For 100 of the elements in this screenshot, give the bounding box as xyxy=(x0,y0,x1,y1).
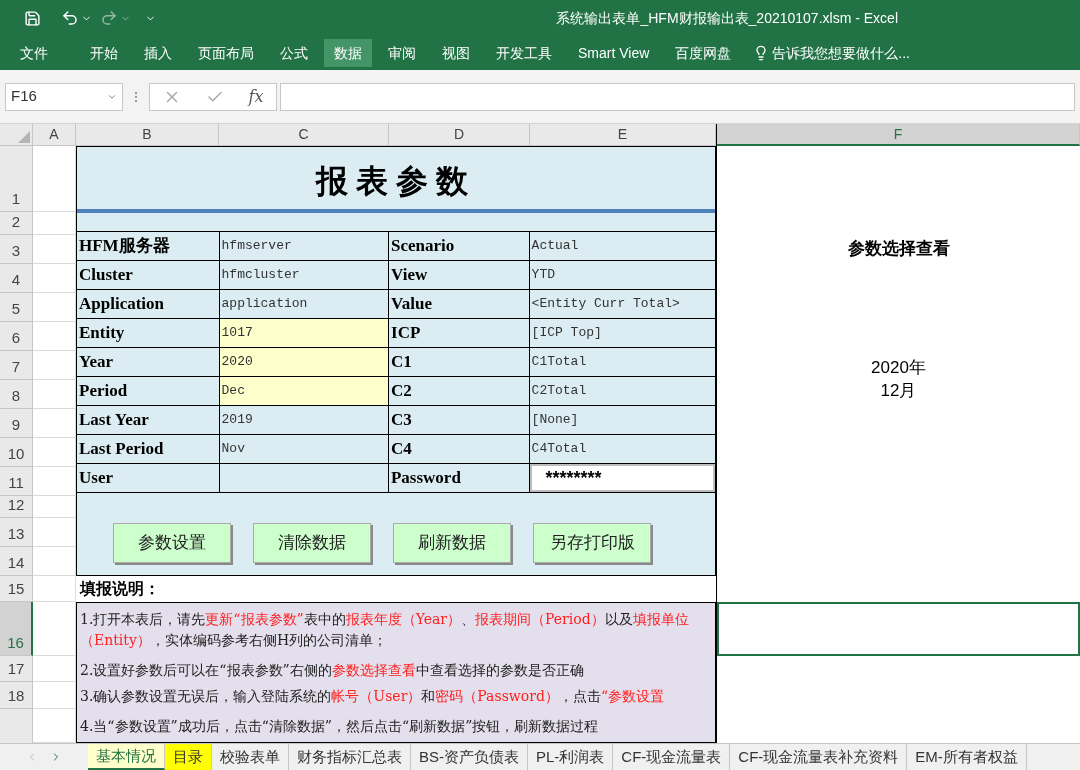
selected-cell[interactable] xyxy=(717,602,1080,656)
instruction-text: 4.当“参数设置”成功后，点击“清除数据”，然后点击“刷新数据”按钮，刷新数据过程 xyxy=(80,716,599,736)
parameter-label: HFM服务器 xyxy=(77,232,220,260)
parameter-value[interactable]: 2020 xyxy=(219,348,390,376)
action-button[interactable]: 清除数据 xyxy=(253,523,371,563)
row-header[interactable]: 13 xyxy=(0,518,33,547)
parameter-label: View xyxy=(389,261,530,289)
column-header[interactable]: E xyxy=(530,124,716,146)
row-header[interactable]: 8 xyxy=(0,380,33,409)
parameter-value[interactable]: Nov xyxy=(219,435,390,463)
parameter-label: Last Year xyxy=(77,406,220,434)
row-header[interactable]: 17 xyxy=(0,656,33,682)
action-button[interactable]: 参数设置 xyxy=(113,523,231,563)
ribbon-tab[interactable]: Smart View xyxy=(568,39,660,67)
parameter-label: Year xyxy=(77,348,220,376)
ribbon-tab[interactable]: 公式 xyxy=(270,39,318,67)
instruction-text: 2.设置好参数后可以在“报表参数”右侧的参数选择查看中查看选择的参数是否正确 xyxy=(80,660,584,680)
column-header[interactable]: C xyxy=(219,124,389,146)
sheet-tab[interactable]: PL-利润表 xyxy=(528,744,614,770)
column-header[interactable]: D xyxy=(389,124,530,146)
sheet-tab[interactable]: CF-现金流量表补充资料 xyxy=(730,744,908,770)
ribbon-tab[interactable]: 插入 xyxy=(134,39,182,67)
action-button[interactable]: 刷新数据 xyxy=(393,523,511,563)
parameter-value[interactable]: application xyxy=(219,290,390,318)
parameter-value[interactable]: [ICP Top] xyxy=(529,319,715,347)
parameter-value[interactable]: C2Total xyxy=(529,377,715,405)
parameter-value[interactable]: <Entity Curr Total> xyxy=(529,290,715,318)
parameter-label: Last Period xyxy=(77,435,220,463)
sheet-tab[interactable]: CF-现金流量表 xyxy=(613,744,731,770)
row-header[interactable]: 3 xyxy=(0,235,33,264)
insert-function-button[interactable]: fx xyxy=(248,84,264,109)
sheet-tab[interactable]: EM-所有者权益 xyxy=(907,744,1027,770)
ribbon-tab[interactable]: 视图 xyxy=(432,39,480,67)
row-header[interactable] xyxy=(0,709,33,743)
row-header[interactable]: 16 xyxy=(0,602,33,656)
parameter-label: C1 xyxy=(389,348,530,376)
instruction-text: 1.打开本表后，请先更新“报表参数”表中的报表年度（Year）、报表期间（Period）以及填报单位（Entity），实体编码参考右侧H列的公司清单； xyxy=(80,610,690,650)
row-header[interactable]: 18 xyxy=(0,682,33,709)
formula-field[interactable] xyxy=(280,82,1075,111)
row-header[interactable]: 2 xyxy=(0,212,33,235)
column-header[interactable]: B xyxy=(76,124,219,146)
action-button[interactable]: 另存打印版 xyxy=(533,523,651,563)
row-header[interactable]: 1 xyxy=(0,146,33,212)
instruction-text: 3.确认参数设置无误后，输入登陆系统的帐号（User）和密码（Password），点击“参数设置 xyxy=(80,687,665,706)
column-header[interactable]: F xyxy=(717,124,1080,146)
ribbon-tab[interactable]: 文件 xyxy=(10,39,58,67)
sheet-tab[interactable]: 目录 xyxy=(165,744,212,770)
parameter-value[interactable]: [None] xyxy=(529,406,715,434)
sheet-tab[interactable]: 基本情况 xyxy=(88,744,165,770)
parameter-label: Scenario xyxy=(389,232,530,260)
ribbon-tab[interactable]: 开发工具 xyxy=(486,39,562,67)
parameter-value[interactable]: Actual xyxy=(529,232,715,260)
parameter-label: ICP xyxy=(389,319,530,347)
column-header[interactable]: A xyxy=(33,124,76,146)
month-text: 12月 xyxy=(880,380,917,403)
parameter-label: Period xyxy=(77,377,220,405)
year-text: 2020年 xyxy=(871,357,926,380)
window-title: 系统输出表单_HFM财报输出表_20210107.xlsm - Excel xyxy=(556,8,898,28)
row-header[interactable]: 9 xyxy=(0,409,33,438)
parameter-label: C4 xyxy=(389,435,530,463)
parameter-label: Entity xyxy=(77,319,220,347)
row-header[interactable]: 7 xyxy=(0,351,33,380)
sheet-tab[interactable]: BS-资产负债表 xyxy=(411,744,528,770)
parameter-label: Application xyxy=(77,290,220,318)
row-header[interactable]: 4 xyxy=(0,264,33,293)
row-header[interactable]: 15 xyxy=(0,576,33,602)
parameter-value[interactable]: hfmserver xyxy=(219,232,390,260)
parameter-value[interactable]: 2019 xyxy=(219,406,390,434)
row-header[interactable]: 5 xyxy=(0,293,33,322)
parameter-label: C2 xyxy=(389,377,530,405)
row-header[interactable]: 12 xyxy=(0,496,33,518)
ribbon-tab[interactable]: 页面布局 xyxy=(188,39,264,67)
parameter-value[interactable]: 1017 xyxy=(219,319,390,347)
ribbon-tab[interactable]: 开始 xyxy=(80,39,128,67)
grid-cell[interactable] xyxy=(33,576,76,602)
ribbon-tab[interactable]: 百度网盘 xyxy=(665,39,742,67)
parameter-label: C3 xyxy=(389,406,530,434)
tell-me-field[interactable]: 告诉我您想要做什么... xyxy=(772,42,973,64)
parameter-label: User xyxy=(77,464,220,492)
parameter-value[interactable]: C1Total xyxy=(529,348,715,376)
row-header[interactable]: 11 xyxy=(0,467,33,496)
row-header[interactable]: 14 xyxy=(0,547,33,576)
ribbon-tab[interactable]: 审阅 xyxy=(378,39,426,67)
parameter-value[interactable]: hfmcluster xyxy=(219,261,390,289)
parameter-value[interactable]: C4Total xyxy=(529,435,715,463)
sheet-tab[interactable]: 校验表单 xyxy=(212,744,289,770)
parameter-label: Password xyxy=(388,464,530,492)
save-icon[interactable] xyxy=(24,9,41,27)
ribbon-tab[interactable]: 数据 xyxy=(324,39,372,67)
panel-heading: 参数选择查看 xyxy=(847,238,950,261)
sheet-title: 报表参数 xyxy=(316,161,476,202)
sheet-tab[interactable]: 财务指标汇总表 xyxy=(289,744,411,770)
password-field[interactable]: ******** xyxy=(529,464,715,492)
row-header[interactable]: 10 xyxy=(0,438,33,467)
row-header[interactable]: 6 xyxy=(0,322,33,351)
name-box[interactable]: F16 xyxy=(5,82,123,111)
parameter-value[interactable]: Dec xyxy=(219,377,390,405)
undo-icon[interactable] xyxy=(61,9,79,27)
parameter-value[interactable]: YTD xyxy=(529,261,715,289)
notes-title: 填报说明： xyxy=(80,579,160,599)
